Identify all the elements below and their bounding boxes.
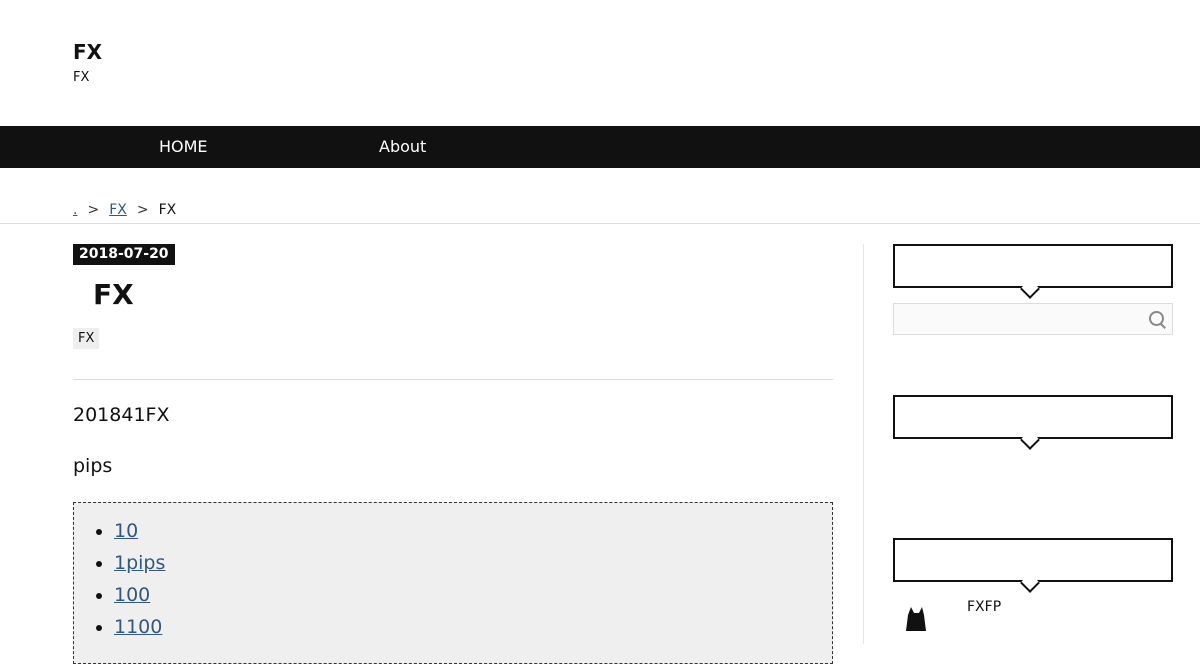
site-title[interactable]: FX	[73, 40, 102, 64]
search-input[interactable]	[894, 304, 1150, 332]
table-of-contents: 10 1pips 100 1100	[73, 502, 833, 664]
toc-link[interactable]: 100	[114, 584, 150, 606]
post-title: FX	[93, 278, 134, 311]
toc-item: 1pips	[114, 547, 832, 579]
widget-title-recent	[893, 395, 1173, 439]
cat-icon	[906, 607, 950, 631]
toc-link[interactable]: 1100	[114, 616, 162, 638]
profile-name: FXFP	[967, 599, 1002, 615]
breadcrumb-category-link[interactable]: FX	[109, 202, 127, 218]
breadcrumb-separator: >	[136, 202, 149, 218]
main-nav: HOME About	[0, 126, 1200, 168]
toc-item: 1100	[114, 611, 832, 643]
post-paragraph: 201841FX	[73, 404, 170, 426]
category-tag[interactable]: FX	[73, 328, 100, 349]
nav-home[interactable]: HOME	[159, 137, 208, 156]
widget-title-search	[893, 244, 1173, 288]
breadcrumb-current: FX	[158, 202, 177, 218]
content-divider	[73, 379, 833, 380]
search-box	[893, 303, 1173, 335]
search-icon[interactable]	[1149, 311, 1164, 326]
toc-link[interactable]: 1pips	[114, 552, 165, 574]
toc-item: 100	[114, 579, 832, 611]
breadcrumb-separator: >	[87, 202, 100, 218]
nav-about[interactable]: About	[379, 137, 426, 156]
header-divider	[0, 223, 1200, 224]
post-paragraph: pips	[73, 455, 113, 477]
widget-title-profile	[893, 538, 1173, 582]
toc-item: 10	[114, 515, 832, 547]
post-date-badge: 2018-07-20	[73, 244, 175, 265]
breadcrumb: . > FX > FX	[73, 202, 176, 218]
toc-link[interactable]: 10	[114, 520, 138, 542]
breadcrumb-home-link[interactable]: .	[73, 202, 77, 218]
site-description: FX	[73, 70, 90, 85]
sidebar-divider	[863, 244, 864, 644]
